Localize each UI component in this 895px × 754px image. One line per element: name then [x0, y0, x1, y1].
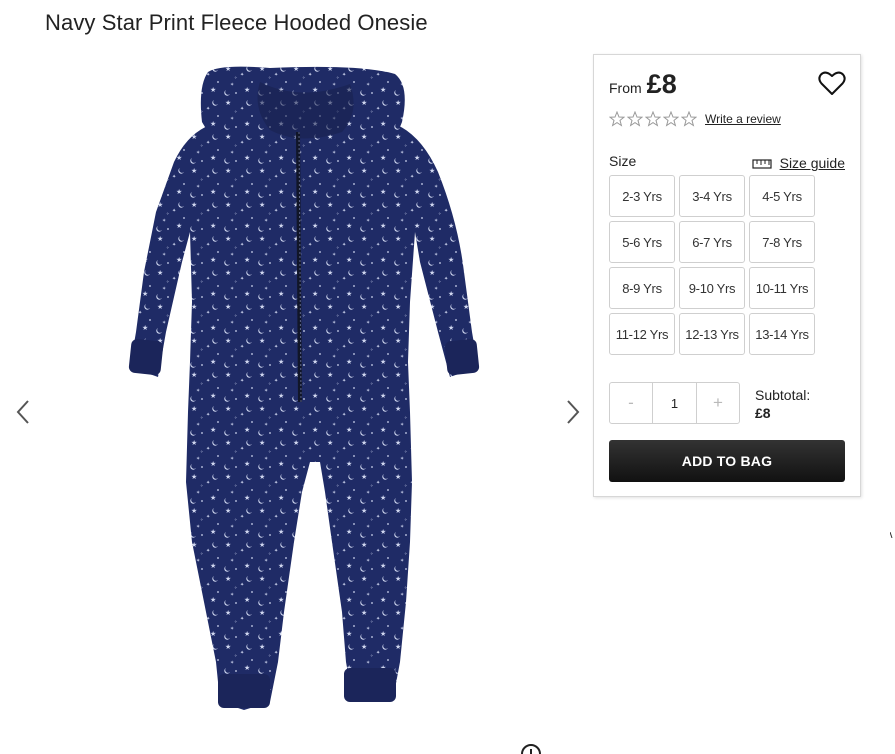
size-label: Size: [609, 153, 637, 169]
chevron-left-icon[interactable]: [13, 398, 33, 426]
size-option[interactable]: 6-7 Yrs: [679, 221, 745, 263]
size-option[interactable]: 10-11 Yrs: [749, 267, 815, 309]
star-icon: [609, 111, 625, 127]
size-option[interactable]: 4-5 Yrs: [749, 175, 815, 217]
ruler-icon: [752, 159, 772, 169]
size-guide-link[interactable]: Size guide: [752, 155, 845, 171]
add-to-bag-button[interactable]: ADD TO BAG: [609, 440, 845, 482]
size-option[interactable]: 9-10 Yrs: [679, 267, 745, 309]
chevron-right-icon[interactable]: [563, 398, 583, 426]
rating-row: Write a review: [609, 111, 781, 127]
size-option[interactable]: 2-3 Yrs: [609, 175, 675, 217]
subtotal-label: Subtotal:: [755, 387, 811, 403]
zoom-icon[interactable]: [519, 742, 543, 754]
product-title: Navy Star Print Fleece Hooded Onesie: [45, 10, 428, 35]
quantity-input[interactable]: 1: [652, 383, 697, 423]
subtotal: Subtotal: £8: [755, 386, 810, 422]
size-option[interactable]: 11-12 Yrs: [609, 313, 675, 355]
quantity-stepper: - 1 +: [609, 382, 740, 424]
size-option[interactable]: 8-9 Yrs: [609, 267, 675, 309]
rating-stars: [609, 111, 699, 127]
purchase-panel: From £8 Write a review Size Size guide 2…: [593, 54, 861, 497]
star-icon: [681, 111, 697, 127]
size-option[interactable]: 12-13 Yrs: [679, 313, 745, 355]
size-option[interactable]: 5-6 Yrs: [609, 221, 675, 263]
star-icon: [627, 111, 643, 127]
write-review-link[interactable]: Write a review: [705, 112, 781, 126]
size-options: 2-3 Yrs 3-4 Yrs 4-5 Yrs 5-6 Yrs 6-7 Yrs …: [609, 175, 815, 355]
price-value: £8: [646, 69, 677, 99]
edge-mark: [890, 532, 893, 538]
price-from-label: From: [609, 80, 642, 96]
price-row: From £8: [609, 69, 677, 100]
product-image: ★ ✦ ✶ ★ ✧: [128, 66, 480, 710]
size-option[interactable]: 3-4 Yrs: [679, 175, 745, 217]
size-option[interactable]: 7-8 Yrs: [749, 221, 815, 263]
quantity-increase-button[interactable]: +: [697, 383, 739, 423]
size-option[interactable]: 13-14 Yrs: [749, 313, 815, 355]
heart-icon[interactable]: [818, 70, 846, 96]
star-icon: [663, 111, 679, 127]
size-guide-label: Size guide: [779, 155, 845, 171]
quantity-decrease-button[interactable]: -: [610, 383, 652, 423]
subtotal-value: £8: [755, 405, 771, 421]
star-icon: [645, 111, 661, 127]
